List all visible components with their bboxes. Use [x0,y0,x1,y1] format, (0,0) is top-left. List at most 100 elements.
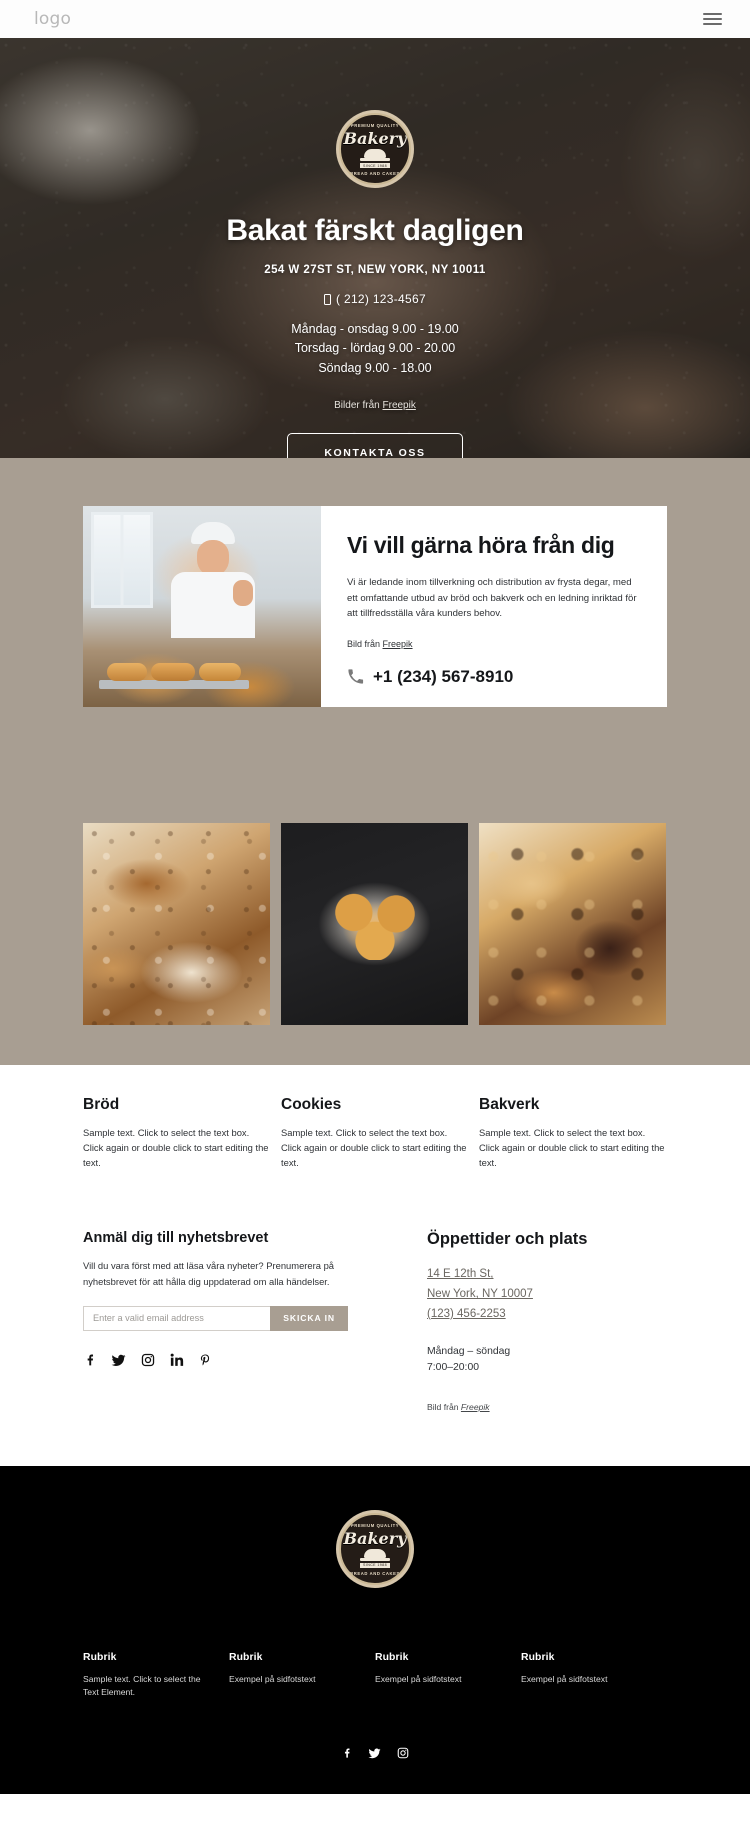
badge-brand-name: Bakery [343,129,407,148]
hero-section: PREMIUM QUALITY Bakery SINCE 1988 BREAD … [0,38,750,458]
contact-image-credit: Bild från Freepik [347,639,641,649]
location-image-credit: Bild från Freepik [427,1402,667,1412]
newsletter-title: Anmäl dig till nyhetsbrevet [83,1230,269,1247]
twitter-icon[interactable] [111,1353,126,1368]
page-root: logo PREMIUM QUALITY Bakery SINCE 1988 B… [0,0,750,1794]
footer-columns: Rubrik Sample text. Click to select the … [83,1652,667,1699]
product-card[interactable] [83,822,270,1025]
footer-badge-pie-icon [360,1548,390,1561]
contact-paragraph: Vi är ledande inom tillverkning och dist… [347,577,637,620]
hero-image-credit: Bilder från Freepik [0,400,750,411]
footer-badge-top-text: PREMIUM QUALITY [350,1522,400,1528]
location-phone[interactable]: (123) 456-2253 [427,1305,667,1325]
mobile-phone-icon [324,293,332,305]
badge-top-text: PREMIUM QUALITY [350,123,400,128]
product-card[interactable] [281,822,468,1025]
hero-credit-prefix: Bilder från [334,400,383,412]
email-input[interactable] [83,1305,271,1331]
footer-badge-bottom-text: BREAD AND CAKES [350,1570,400,1576]
newsletter-location-section: Anmäl dig till nyhetsbrevet Vill du vara… [83,1170,667,1466]
product-description: Sample text. Click to select the text bo… [479,1126,665,1169]
site-footer: PREMIUM QUALITY Bakery SINCE 1988 BREAD … [0,1465,750,1794]
contact-us-button[interactable]: KONTAKTA OSS [287,433,463,458]
taupe-band: Vi vill gärna höra från dig Vi är ledand… [0,458,750,1065]
newsletter-description: Vill du vara först med att läsa våra nyh… [83,1260,334,1287]
location-block: Öppettider och plats 14 E 12th St, New Y… [393,1230,667,1412]
phone-icon [347,668,364,685]
hero-phone[interactable]: ( 212) 123-4567 [0,292,750,306]
facebook-icon[interactable] [341,1747,352,1760]
social-links [83,1353,393,1368]
footer-column: Rubrik Sample text. Click to select the … [83,1652,229,1699]
pinterest-icon[interactable] [199,1353,212,1368]
footer-column-title: Rubrik [83,1651,117,1663]
hours-time: 7:00–20:00 [427,1361,480,1373]
hero-credit-link[interactable]: Freepik [383,400,416,411]
footer-column-text: Exempel på sidfotstext [229,1673,316,1684]
hero-opening-hours: Måndag - onsdag 9.00 - 19.00 Torsdag - l… [0,320,750,378]
subscribe-button[interactable]: SKICKA IN [270,1305,348,1331]
contact-card: Vi vill gärna höra från dig Vi är ledand… [83,506,667,707]
linkedin-icon[interactable] [170,1353,184,1367]
badge-since-text: SINCE 1988 [360,163,390,168]
contact-credit-link[interactable]: Freepik [383,639,413,649]
address-line-2[interactable]: New York, NY 10007 [427,1285,667,1305]
product-card-caption: Bakverk Sample text. Click to select the… [479,1079,666,1171]
product-card-captions: Bröd Sample text. Click to select the te… [83,1065,667,1171]
badge-bottom-text: BREAD AND CAKES [350,171,400,176]
pastries-photo [479,822,666,1025]
footer-badge-since-text: SINCE 1988 [360,1562,390,1568]
instagram-icon[interactable] [141,1353,155,1367]
cinnamon-buns-photo [281,822,468,1025]
instagram-icon[interactable] [397,1747,409,1760]
footer-column-title: Rubrik [521,1651,555,1663]
product-description: Sample text. Click to select the text bo… [281,1126,467,1169]
footer-column-text: Exempel på sidfotstext [521,1673,608,1684]
contact-phone[interactable]: +1 (234) 567-8910 [347,667,641,687]
footer-column-title: Rubrik [375,1651,409,1663]
newsletter-block: Anmäl dig till nyhetsbrevet Vill du vara… [83,1230,393,1412]
contact-phone-number: +1 (234) 567-8910 [373,666,514,686]
footer-badge-brand-name: Bakery [343,1528,407,1548]
hero-hours-line: Torsdag - lördag 9.00 - 20.00 [294,341,456,356]
footer-column-title: Rubrik [229,1651,263,1663]
footer-column-text: Sample text. Click to select the Text El… [83,1673,201,1697]
footer-column: Rubrik Exempel på sidfotstext [229,1652,375,1699]
footer-column: Rubrik Exempel på sidfotstext [521,1652,667,1699]
footer-social-links [0,1747,750,1760]
location-credit-prefix: Bild från [427,1401,461,1412]
footer-bakery-badge-logo: PREMIUM QUALITY Bakery SINCE 1988 BREAD … [336,1509,414,1588]
address-line-1[interactable]: 14 E 12th St, [427,1265,667,1285]
product-card[interactable] [479,822,666,1025]
product-description: Sample text. Click to select the text bo… [83,1126,269,1169]
location-credit-link[interactable]: Freepik [461,1402,490,1412]
location-title: Öppettider och plats [427,1230,588,1249]
product-title: Bröd [83,1095,120,1113]
hero-hours-line: Måndag - onsdag 9.00 - 19.00 [291,322,459,336]
product-title: Bakverk [479,1095,540,1113]
product-card-caption: Bröd Sample text. Click to select the te… [83,1079,270,1171]
opening-hours: Måndag – söndag 7:00–20:00 [427,1344,667,1376]
hero-address: 254 W 27ST ST, NEW YORK, NY 10011 [264,264,486,276]
newsletter-form: SKICKA IN [83,1305,348,1331]
product-card-caption: Cookies Sample text. Click to select the… [281,1079,468,1171]
contact-credit-prefix: Bild från [347,638,383,649]
bread-photo [83,822,270,1025]
site-logo[interactable]: logo [34,9,71,29]
badge-pie-icon [360,149,390,161]
hero-title: Bakat färskt dagligen [226,214,524,247]
hero-phone-number: ( 212) 123-4567 [336,292,426,306]
address-block: 14 E 12th St, New York, NY 10007 (123) 4… [427,1265,667,1324]
hero-hours-line: Söndag 9.00 - 18.00 [318,360,432,375]
twitter-icon[interactable] [368,1747,381,1760]
bakery-badge-logo: PREMIUM QUALITY Bakery SINCE 1988 BREAD … [336,110,414,188]
footer-column-text: Exempel på sidfotstext [375,1673,462,1684]
hours-days: Måndag – söndag [427,1345,511,1357]
facebook-icon[interactable] [83,1353,96,1368]
product-cards [83,707,667,1025]
product-title: Cookies [281,1095,342,1113]
baker-photo [83,506,321,707]
site-header: logo [0,0,750,38]
contact-title: Vi vill gärna höra från dig [347,532,615,558]
hamburger-menu-icon[interactable] [703,13,722,25]
